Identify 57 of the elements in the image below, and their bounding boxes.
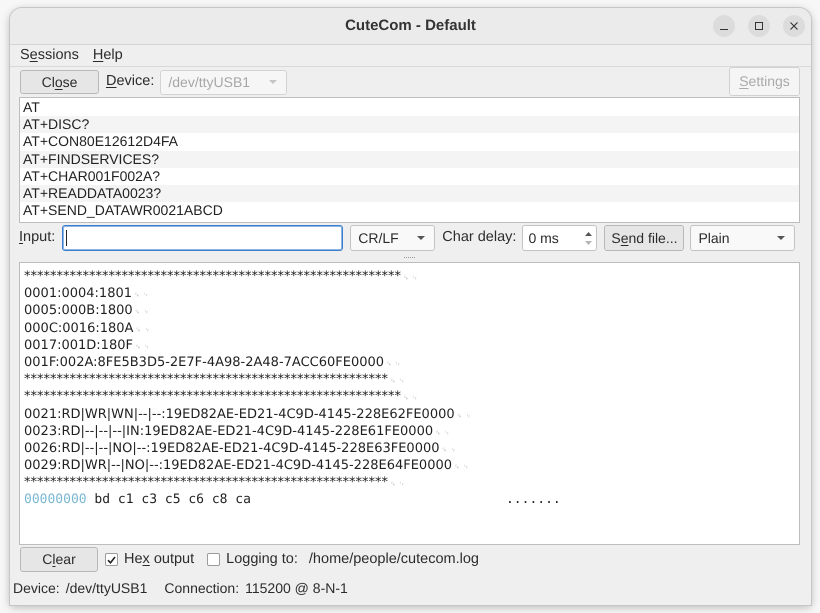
checkmark-icon — [107, 556, 116, 564]
char-delay-spinbox[interactable]: 0 ms — [522, 225, 598, 251]
output-line: 0021:RD|WR|WN|--|--:19ED82AE-ED21-4C9D-4145-228E62FE0000 — [24, 406, 455, 423]
caret-icon — [417, 236, 426, 240]
hex-output-label[interactable]: Hex output — [124, 550, 194, 568]
input-field[interactable] — [62, 225, 344, 251]
send-file-button[interactable]: Send file... — [604, 225, 684, 251]
output-line: 0001:0004:1801 — [24, 285, 132, 302]
down-arrow-icon[interactable] — [585, 240, 592, 244]
caret-icon — [777, 236, 786, 240]
checkbox[interactable] — [105, 553, 118, 566]
clear-button[interactable]: Clear — [20, 547, 98, 572]
menu-item[interactable]: Sessions — [13, 46, 86, 64]
output-line: ******************************************************** — [24, 371, 388, 388]
minimize-icon — [720, 28, 728, 30]
logging-label[interactable]: Logging to: — [226, 550, 298, 568]
menu-item[interactable]: Help — [86, 46, 130, 64]
hex-offset: 00000000 — [24, 491, 87, 509]
maximize-button[interactable] — [748, 15, 770, 37]
output-line: 0017:001D:180F — [24, 336, 133, 354]
output-line: ********************************************************** — [24, 268, 401, 286]
status-label: Connection: — [164, 580, 240, 597]
log-file-path: /home/people/cutecom.log — [308, 550, 479, 568]
history-item[interactable]: AT+CON80E12612D4FA — [20, 133, 799, 151]
checkbox[interactable] — [207, 553, 220, 566]
output-line: ******************************************************** — [24, 474, 388, 492]
close-icon — [790, 22, 798, 30]
input-label: Input: — [19, 229, 56, 247]
output-line: 001F:002A:8FE5B3D5-2E7F-4A98-2A48-7ACC60FE0000 — [24, 354, 384, 372]
close-button[interactable] — [783, 15, 805, 37]
output-line: 0005:000B:1800 — [24, 302, 133, 320]
hex-ascii: ....... — [506, 491, 561, 509]
history-item[interactable]: AT+READDATA0023? — [20, 184, 799, 202]
format-dropdown[interactable]: Plain — [690, 225, 796, 251]
caret-icon — [269, 80, 278, 84]
maximize-icon — [755, 22, 763, 30]
history-item[interactable]: AT+FINDSERVICES? — [20, 150, 799, 168]
text-cursor-icon — [66, 230, 68, 246]
hex-bytes: bd c1 c3 c5 c6 c8 ca — [94, 491, 251, 509]
status-label: Device: — [13, 580, 60, 597]
output-line: ********************************************************** — [24, 388, 401, 406]
output-line: 0026:RD|--|--|NO|--:19ED82AE-ED21-4C9D-4145-228E63FE0000 — [24, 440, 440, 458]
close-port-button[interactable]: Close — [20, 70, 99, 94]
history-item[interactable]: AT+SEND_DATAWR0021ABCD — [20, 202, 799, 220]
line-ending-dropdown[interactable]: CR/LF — [350, 225, 436, 251]
up-arrow-icon[interactable] — [585, 232, 592, 236]
history-item[interactable]: AT — [20, 99, 799, 116]
history-item[interactable]: AT+CHAR001F002A? — [20, 168, 799, 185]
output-line: 0029:RD|WR|--|NO|--:19ED82AE-ED21-4C9D-4145-228E64FE0000 — [24, 457, 452, 474]
output-line: 0023:RD|--|--|--|IN:19ED82AE-ED21-4C9D-4145-228E61FE0000 — [24, 422, 434, 440]
output-line: 000C:0016:180A — [24, 320, 134, 337]
status-value: /dev/ttyUSB1 — [66, 580, 148, 597]
window-title: CuteCom - Default — [345, 17, 476, 35]
status-value: 115200 @ 8-N-1 — [245, 580, 348, 597]
char-delay-label: Char delay: — [442, 229, 516, 247]
history-item[interactable]: AT+DISC? — [20, 116, 799, 134]
device-label: Device: — [106, 73, 154, 91]
